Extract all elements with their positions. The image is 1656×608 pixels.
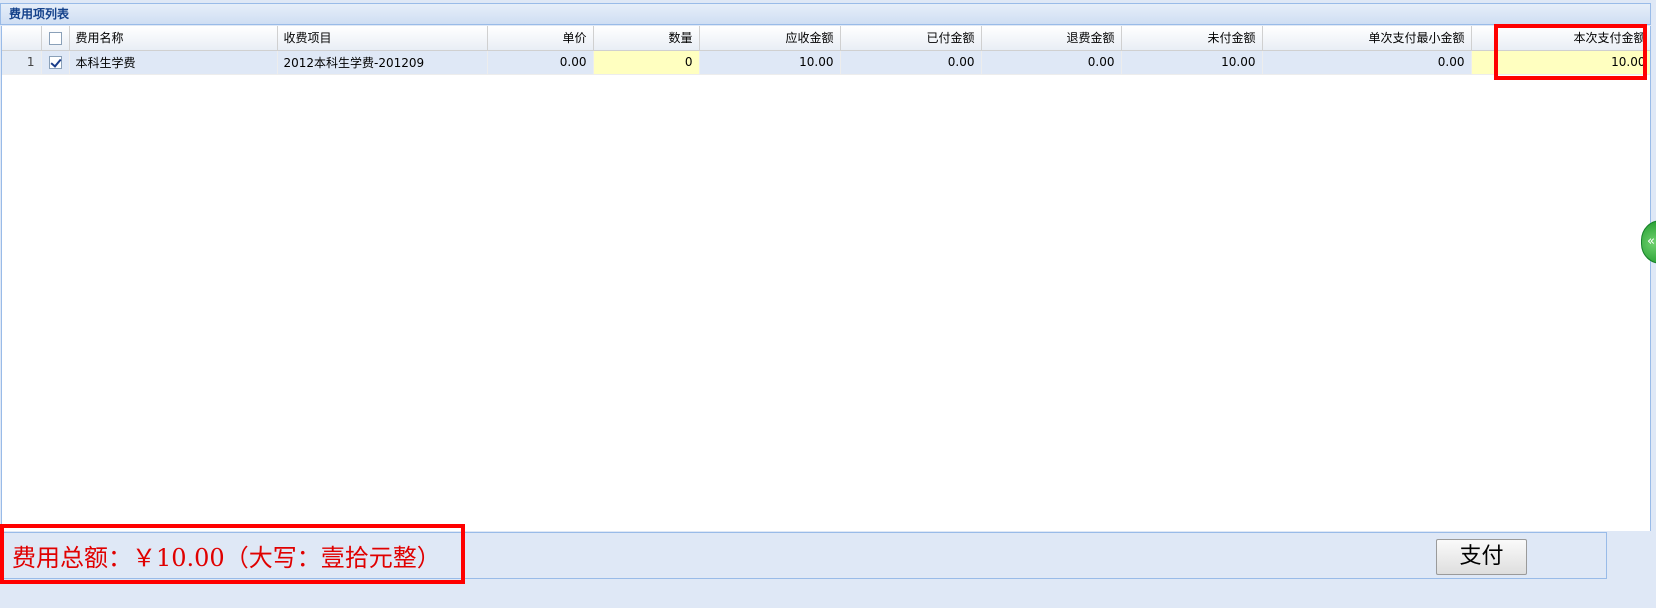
fee-grid: 费用名称 收费项目 单价 数量 应收金额 已付金额 退费金额 未付金额 单次支付… [1, 26, 1651, 531]
col-header-unpaid[interactable]: 未付金额 [1121, 26, 1263, 51]
header-rownum [2, 26, 42, 51]
col-header-paid[interactable]: 已付金额 [840, 26, 982, 51]
select-all-checkbox[interactable] [48, 31, 62, 45]
cell-paid: 0.00 [840, 50, 982, 75]
panel-title: 费用项列表 [0, 3, 1651, 25]
cell-unit-price: 0.00 [487, 50, 594, 75]
col-header-this-payment[interactable]: 本次支付金额 [1471, 26, 1650, 51]
collapse-arrow-icon: « [1647, 234, 1655, 249]
col-header-refund[interactable]: 退费金额 [981, 26, 1122, 51]
cell-min-payment: 0.00 [1262, 50, 1472, 75]
cell-unpaid: 10.00 [1121, 50, 1263, 75]
cell-receivable: 10.00 [699, 50, 841, 75]
col-header-min-payment[interactable]: 单次支付最小金额 [1262, 26, 1472, 51]
cell-this-payment[interactable]: 10.00 [1471, 50, 1650, 75]
col-header-unit-price[interactable]: 单价 [487, 26, 594, 51]
total-amount-highlight: 费用总额：￥10.00（大写：壹拾元整） [0, 524, 465, 584]
cell-quantity[interactable]: 0 [593, 50, 700, 75]
row-select-cell[interactable] [41, 50, 70, 75]
header-select-all[interactable] [41, 26, 70, 51]
fee-panel: 费用项列表 费用名称 收费项目 单价 数量 应收金额 已付金额 退费金额 未付金… [0, 0, 1656, 608]
cell-fee-name: 本科生学费 [69, 50, 278, 75]
fee-table: 费用名称 收费项目 单价 数量 应收金额 已付金额 退费金额 未付金额 单次支付… [2, 26, 1650, 75]
col-header-receivable[interactable]: 应收金额 [699, 26, 841, 51]
table-row[interactable]: 1 本科生学费 2012本科生学费-201209 0.00 0 10.00 0.… [2, 50, 1650, 75]
col-header-quantity[interactable]: 数量 [593, 26, 700, 51]
cell-refund: 0.00 [981, 50, 1122, 75]
header-row: 费用名称 收费项目 单价 数量 应收金额 已付金额 退费金额 未付金额 单次支付… [2, 26, 1650, 51]
pay-button[interactable]: 支付 [1436, 539, 1527, 575]
col-header-fee-name[interactable]: 费用名称 [69, 26, 278, 51]
total-amount-text: 费用总额：￥10.00（大写：壹拾元整） [12, 544, 441, 572]
cell-charge-item: 2012本科生学费-201209 [277, 50, 488, 75]
col-header-charge-item[interactable]: 收费项目 [277, 26, 488, 51]
row-checkbox[interactable] [48, 56, 62, 69]
row-number: 1 [2, 50, 42, 75]
